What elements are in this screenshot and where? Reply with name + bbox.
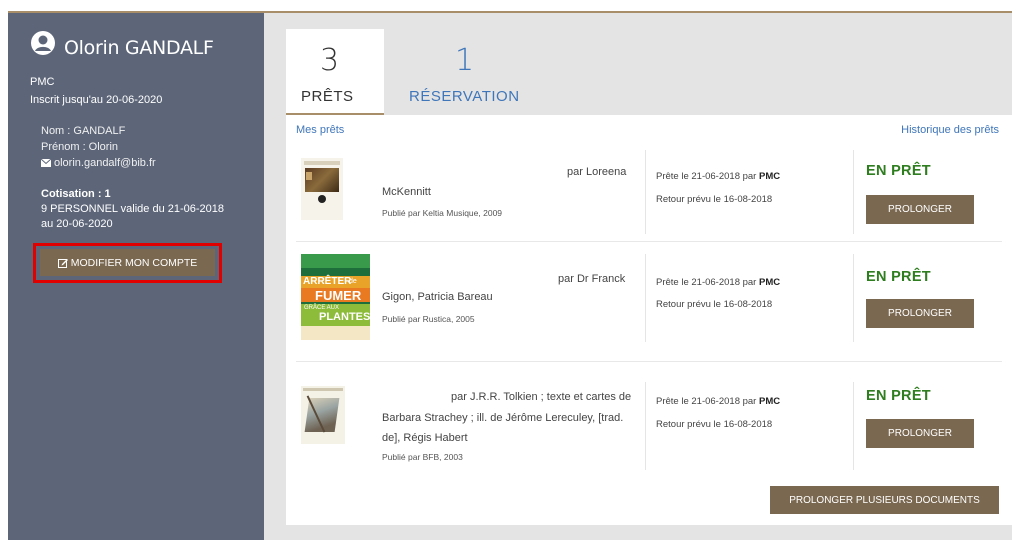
loan-date: Prête le 21-06-2018 par PMC xyxy=(656,171,781,182)
prolong-button[interactable]: PROLONGER xyxy=(866,299,974,328)
email-value: olorin.gandalf@bib.fr xyxy=(54,157,156,169)
cover-image xyxy=(301,386,345,444)
return-date: Retour prévu le 16-08-2018 xyxy=(656,194,773,205)
tab-reservation-label: RÉSERVATION xyxy=(409,88,520,105)
account-sidebar: Olorin GANDALF PMC Inscrit jusqu'au 20-0… xyxy=(8,13,264,540)
loan-history-link[interactable]: Historique des prêts xyxy=(901,124,999,136)
tab-loans-label: PRÊTS xyxy=(301,88,354,105)
cover-text-5: PLANTES xyxy=(319,311,370,323)
row-separator xyxy=(296,361,1002,362)
modify-account-label: MODIFIER MON COMPTE xyxy=(70,256,198,269)
divider xyxy=(645,254,646,342)
return-date: Retour prévu le 16-08-2018 xyxy=(656,419,773,430)
publisher: Publié par Rustica, 2005 xyxy=(382,314,475,324)
last-name: Nom : GANDALF xyxy=(41,125,126,137)
prolong-button[interactable]: PROLONGER xyxy=(866,195,974,224)
cover-text-3: FUMER xyxy=(315,288,362,303)
user-header: Olorin GANDALF xyxy=(30,27,214,59)
divider xyxy=(645,382,646,470)
author-line1: par Loreena xyxy=(567,166,627,178)
divider xyxy=(853,382,854,470)
tab-loans[interactable]: 3 PRÊTS xyxy=(286,29,384,115)
author-line2: Barbara Strachey ; ill. de Jérôme Lerecu… xyxy=(382,412,624,424)
cover-text-2: de xyxy=(349,278,357,285)
status-badge: EN PRÊT xyxy=(866,269,931,285)
author-line3: de], Régis Habert xyxy=(382,432,468,444)
user-circle-icon xyxy=(31,31,55,55)
user-name: Olorin GANDALF xyxy=(64,37,214,59)
prolong-multiple-button[interactable]: PROLONGER PLUSIEURS DOCUMENTS xyxy=(770,486,999,514)
registration-date: Inscrit jusqu'au 20-06-2020 xyxy=(30,94,163,106)
loans-heading: Mes prêts xyxy=(296,124,345,136)
email-row[interactable]: olorin.gandalf@bib.fr xyxy=(41,157,156,169)
divider xyxy=(853,150,854,234)
author-line2: McKennitt xyxy=(382,186,431,198)
publisher: Publié par BFB, 2003 xyxy=(382,452,463,462)
status-badge: EN PRÊT xyxy=(866,388,931,404)
cotisation-title: Cotisation : 1 xyxy=(41,188,111,200)
return-date: Retour prévu le 16-08-2018 xyxy=(656,299,773,310)
author-line2: Gigon, Patricia Bareau xyxy=(382,291,493,303)
row-separator xyxy=(296,241,1002,242)
loan-date: Prête le 21-06-2018 par PMC xyxy=(656,277,781,288)
author-line1: par J.R.R. Tolkien ; texte et cartes de xyxy=(451,391,632,403)
divider xyxy=(645,150,646,234)
loan-date: Prête le 21-06-2018 par PMC xyxy=(656,396,781,407)
envelope-icon xyxy=(41,159,51,167)
user-library: PMC xyxy=(30,76,55,88)
first-name: Prénom : Olorin xyxy=(41,141,119,153)
tab-loans-count: 3 xyxy=(320,43,340,78)
cover-image: ARRÊTER de FUMER GRÂCE AUX PLANTES xyxy=(301,254,370,340)
prolong-button[interactable]: PROLONGER xyxy=(866,419,974,448)
cover-text-1: ARRÊTER xyxy=(303,276,352,287)
modify-account-highlight: MODIFIER MON COMPTE xyxy=(33,243,222,283)
divider xyxy=(853,254,854,342)
tab-reservation[interactable]: 1 RÉSERVATION xyxy=(400,29,540,115)
cotisation-line2: au 20-06-2020 xyxy=(41,218,113,230)
cover-image xyxy=(301,158,343,220)
publisher: Publié par Keltia Musique, 2009 xyxy=(382,208,503,218)
cotisation-line1: 9 PERSONNEL valide du 21-06-2018 xyxy=(41,203,225,215)
status-badge: EN PRÊT xyxy=(866,163,931,179)
modify-account-button[interactable]: MODIFIER MON COMPTE xyxy=(40,249,215,276)
tab-reservation-count: 1 xyxy=(455,43,475,78)
author-line1: par Dr Franck xyxy=(558,273,626,285)
edit-icon xyxy=(57,258,68,268)
